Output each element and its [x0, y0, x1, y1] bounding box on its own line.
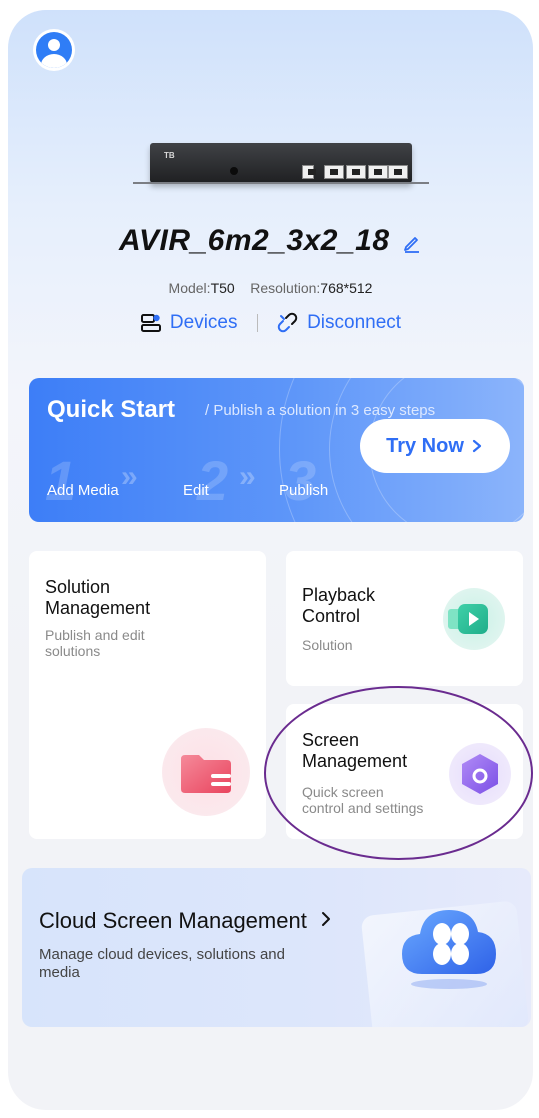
chevron-right-icon [472, 439, 481, 453]
playback-title-line1: Playback [302, 585, 376, 605]
model-value: T50 [210, 280, 235, 296]
model-label: Model: [168, 280, 211, 296]
playback-title-line2: Control [302, 606, 361, 626]
device-actions: Devices Disconnect [8, 312, 533, 334]
playback-title: Playback Control [302, 585, 375, 627]
highlight-ellipse [264, 686, 533, 860]
step-label-edit: Edit [183, 482, 209, 499]
disconnect-icon [277, 312, 298, 333]
device-title-row: AVIR_6m2_3x2_18 [8, 224, 533, 258]
playback-control-card[interactable]: Playback Control Solution [286, 551, 523, 686]
step-number-3: 3 [285, 449, 317, 512]
chevron-right-icon [321, 912, 330, 926]
step-label-publish: Publish [279, 482, 329, 499]
solution-management-card[interactable]: Solution Management Publish and edit sol… [29, 551, 266, 839]
solution-desc: Publish and edit solutions [45, 627, 145, 659]
solution-desc-line2: solutions [45, 643, 101, 659]
step-arrow-icon: » [239, 460, 256, 493]
disconnect-button[interactable]: Disconnect [277, 312, 401, 334]
quick-start-title: Quick Start [47, 396, 176, 423]
playback-desc-line1: Solution [302, 637, 353, 653]
step-label-add-media: Add Media [47, 482, 119, 499]
edit-icon[interactable] [402, 233, 422, 253]
quick-start-subtitle: / Publish a solution in 3 easy steps [205, 402, 436, 419]
cloud-title: Cloud Screen Management [39, 908, 307, 933]
cloud-desc-line2: media [39, 964, 80, 981]
solution-title-line1: Solution [45, 577, 111, 597]
cloud-desc-line1: Manage cloud devices, solutions and [39, 946, 285, 963]
step-number-1: 1 [45, 449, 77, 512]
cloud-title-row: Cloud Screen Management [39, 908, 333, 934]
solution-title: Solution Management [45, 577, 150, 619]
cloud-desc: Manage cloud devices, solutions and medi… [39, 946, 359, 982]
cloud-icon [402, 910, 496, 989]
device-name: AVIR_6m2_3x2_18 [119, 224, 390, 257]
folder-icon [162, 728, 250, 816]
device-meta: Model:T50 Resolution:768*512 [8, 280, 533, 296]
play-icon [443, 588, 505, 650]
try-now-label: Try Now [386, 434, 464, 457]
resolution-value: 768*512 [320, 280, 373, 296]
step-arrow-icon: » [121, 460, 138, 493]
devices-label: Devices [169, 312, 238, 333]
solution-title-line2: Management [45, 598, 151, 618]
user-avatar-icon[interactable] [36, 32, 72, 68]
devices-button[interactable]: Devices [140, 312, 238, 334]
solution-desc-line1: Publish and edit [45, 627, 145, 643]
playback-desc: Solution [302, 637, 353, 653]
disconnect-label: Disconnect [307, 312, 402, 333]
step-number-2: 2 [197, 449, 229, 512]
device-shelf [133, 182, 429, 184]
try-now-button[interactable]: Try Now [360, 419, 510, 473]
actions-divider [256, 314, 258, 332]
cloud-screen-management-banner[interactable]: Cloud Screen Management Manage cloud dev… [22, 868, 531, 1027]
device-label: TB [164, 151, 175, 160]
app-screen: TB AVIR_6m2_3x2_18 Model:T50 Resolution:… [8, 10, 533, 1110]
quick-start-banner[interactable]: Quick Start / Publish a solution in 3 ea… [29, 378, 524, 522]
resolution-label: Resolution: [250, 280, 321, 296]
device-image: TB [150, 143, 412, 183]
devices-icon [140, 314, 161, 332]
